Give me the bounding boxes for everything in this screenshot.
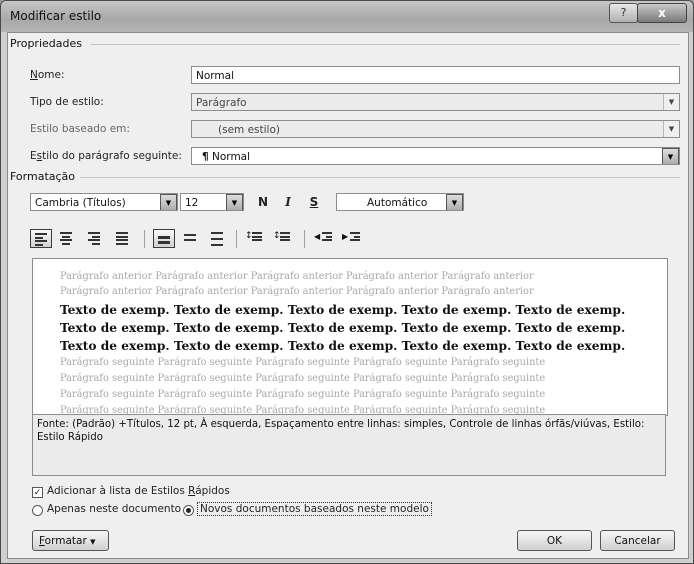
font-color-select[interactable]: Automático ▼ xyxy=(336,193,464,211)
chevron-down-icon[interactable]: ▼ xyxy=(663,94,679,110)
preview-next-line: Parágrafo seguinte Parágrafo seguinte Pa… xyxy=(60,373,546,384)
single-spacing-icon xyxy=(158,236,170,245)
space-increase-icon xyxy=(252,232,264,243)
preview-sample-line: Texto de exemp. Texto de exemp. Texto de… xyxy=(60,321,626,335)
title-bar[interactable]: Modificar estilo ? x xyxy=(1,1,693,32)
next-style-select[interactable]: ¶ Normal ▼ xyxy=(191,147,680,165)
ok-button[interactable]: OK xyxy=(517,530,592,551)
increase-indent-button[interactable]: ▶ xyxy=(342,229,364,248)
bold-button[interactable]: N xyxy=(253,192,273,212)
based-on-label: Estilo baseado em: xyxy=(30,123,130,135)
updown-arrow-icon: ↕ xyxy=(245,231,253,241)
justify-button[interactable] xyxy=(112,229,134,248)
decrease-indent-button[interactable]: ◀ xyxy=(314,229,336,248)
align-right-button[interactable] xyxy=(84,229,106,248)
style-type-label: Tipo de estilo: xyxy=(30,96,104,108)
justify-icon xyxy=(116,232,128,246)
preview-sample-line: Texto de exemp. Texto de exemp. Texto de… xyxy=(60,339,626,353)
only-document-radio[interactable] xyxy=(32,505,43,516)
dialog-title: Modificar estilo xyxy=(10,9,102,23)
increase-indent-icon xyxy=(350,232,362,243)
font-select[interactable]: Cambria (Títulos) ▼ xyxy=(30,193,178,211)
underline-button[interactable]: S xyxy=(304,192,324,212)
decrease-indent-icon xyxy=(322,232,334,243)
formatting-divider xyxy=(80,177,680,178)
new-documents-radio[interactable] xyxy=(183,505,194,516)
double-spacing-button[interactable] xyxy=(207,229,229,248)
font-size-select[interactable]: 12 ▼ xyxy=(180,193,244,211)
help-button[interactable]: ? xyxy=(609,3,638,23)
updown-arrow-icon: ↕ xyxy=(273,231,281,241)
format-button-label: Formatar xyxy=(39,535,87,547)
format-button[interactable]: Formatar ▼ xyxy=(32,530,109,551)
chevron-down-icon[interactable]: ▼ xyxy=(160,194,177,210)
style-type-select[interactable]: Parágrafo ▼ xyxy=(191,93,680,111)
align-left-icon xyxy=(35,233,47,247)
italic-button[interactable]: I xyxy=(278,192,298,212)
new-documents-label: Novos documentos baseados neste modelo xyxy=(197,502,432,516)
space-before-increase-button[interactable]: ↕ xyxy=(244,229,266,248)
only-document-label: Apenas neste documento xyxy=(47,503,182,515)
preview-next-line: Parágrafo seguinte Parágrafo seguinte Pa… xyxy=(60,357,546,368)
pilcrow-icon: ¶ xyxy=(202,151,209,163)
chevron-down-icon[interactable]: ▼ xyxy=(226,194,243,210)
chevron-down-icon[interactable]: ▼ xyxy=(446,194,463,210)
one-half-spacing-button[interactable] xyxy=(180,229,202,248)
name-input[interactable]: Normal xyxy=(191,66,680,84)
font-value: Cambria (Títulos) xyxy=(35,197,126,209)
close-button[interactable]: x xyxy=(637,3,687,23)
preview-previous-line: Parágrafo anterior Parágrafo anterior Pa… xyxy=(60,271,534,282)
double-spacing-icon xyxy=(211,232,223,248)
align-right-icon xyxy=(88,232,100,246)
toolbar-separator xyxy=(144,230,145,248)
align-center-icon xyxy=(60,232,72,246)
based-on-select[interactable]: (sem estilo) ▼ xyxy=(191,120,680,138)
chevron-down-icon: ▼ xyxy=(90,538,96,546)
font-color-value: Automático xyxy=(367,197,428,209)
one-half-spacing-icon xyxy=(184,234,196,243)
next-style-value: Normal xyxy=(212,151,251,163)
add-quick-styles-label: Adicionar à lista de Estilos Rápidos xyxy=(47,485,230,497)
toolbar-separator xyxy=(236,230,237,248)
properties-divider xyxy=(90,44,680,45)
style-description: Fonte: (Padrão) +Títulos, 12 pt, À esque… xyxy=(32,414,666,476)
cancel-button[interactable]: Cancelar xyxy=(600,530,675,551)
toolbar-separator xyxy=(304,230,305,248)
style-type-value: Parágrafo xyxy=(196,97,247,109)
style-preview: Parágrafo anterior Parágrafo anterior Pa… xyxy=(32,258,668,416)
based-on-value: (sem estilo) xyxy=(218,124,280,136)
arrow-left-icon: ◀ xyxy=(314,232,321,241)
preview-sample-line: Texto de exemp. Texto de exemp. Texto de… xyxy=(60,303,626,317)
dialog-body: Propriedades Nome: Normal Tipo de estilo… xyxy=(7,32,689,559)
chevron-down-icon[interactable]: ▼ xyxy=(662,148,679,164)
preview-previous-line: Parágrafo anterior Parágrafo anterior Pa… xyxy=(60,286,534,297)
modify-style-dialog: Modificar estilo ? x Propriedades Nome: … xyxy=(0,0,694,564)
single-spacing-button[interactable] xyxy=(153,229,175,248)
font-size-value: 12 xyxy=(185,197,199,209)
chevron-down-icon[interactable]: ▼ xyxy=(663,121,679,137)
align-center-button[interactable] xyxy=(56,229,78,248)
add-quick-styles-checkbox[interactable]: ✓ xyxy=(32,487,43,498)
checkmark-icon: ✓ xyxy=(33,488,42,498)
properties-group-label: Propriedades xyxy=(10,37,82,50)
name-label: Nome: xyxy=(30,69,65,81)
align-left-button[interactable] xyxy=(30,229,52,248)
space-decrease-icon xyxy=(280,232,292,243)
space-before-decrease-button[interactable]: ↕ xyxy=(272,229,294,248)
formatting-group-label: Formatação xyxy=(10,170,76,183)
arrow-right-icon: ▶ xyxy=(342,232,349,241)
preview-next-line: Parágrafo seguinte Parágrafo seguinte Pa… xyxy=(60,389,546,400)
next-style-label: Estilo do parágrafo seguinte: xyxy=(30,150,182,162)
